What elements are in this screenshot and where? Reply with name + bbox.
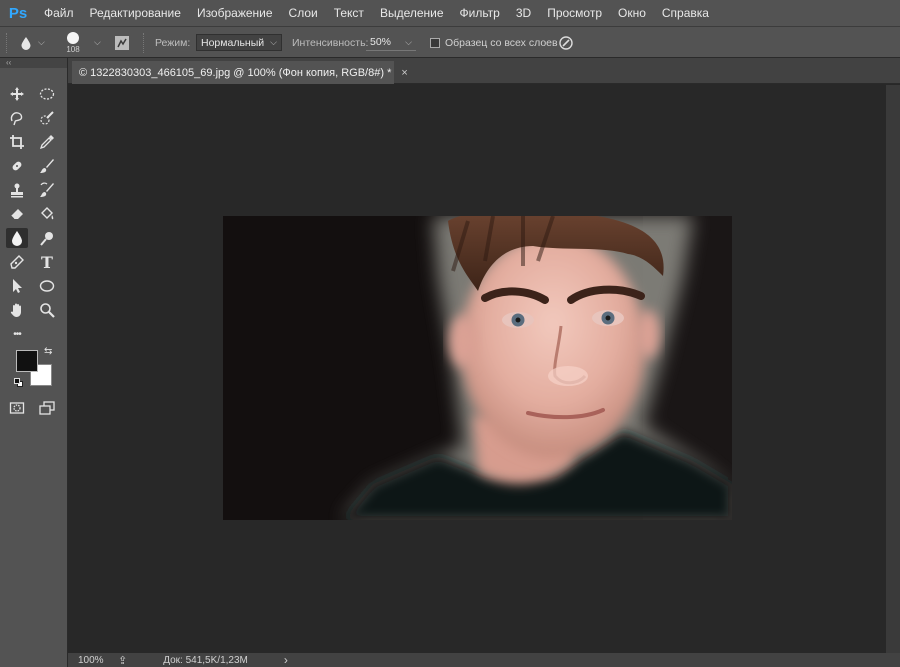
mode-select[interactable]: Нормальный ⌵ xyxy=(196,34,282,51)
swap-colors-icon[interactable]: ⇆ xyxy=(44,346,52,357)
brush-panel-icon xyxy=(115,35,129,50)
vertical-scrollbar[interactable] xyxy=(886,85,900,653)
menu-filter[interactable]: Фильтр xyxy=(452,0,508,26)
share-icon[interactable]: ⇪ xyxy=(118,654,127,667)
more-tools-icon[interactable]: ••• xyxy=(6,324,28,344)
blur-drop-icon xyxy=(21,36,31,50)
type-icon[interactable]: T xyxy=(36,252,58,272)
tool-preset-picker[interactable]: ⌵ xyxy=(18,27,45,58)
foreground-color-swatch[interactable] xyxy=(16,350,38,372)
sample-all-label: Образец со всех слоев xyxy=(445,36,558,49)
document-size-info: Док: 541,5K/1,23M xyxy=(163,654,248,666)
chevron-down-icon: ⌵ xyxy=(94,37,101,47)
separator xyxy=(143,32,146,53)
hand-icon[interactable] xyxy=(6,300,28,320)
toolbox-collapse-icon[interactable]: ‹‹ xyxy=(0,58,67,68)
photoshop-logo[interactable]: Ps xyxy=(0,0,36,26)
path-selection-icon[interactable] xyxy=(6,276,28,296)
quick-mask-icon[interactable] xyxy=(6,398,28,418)
chevron-down-icon: ⌵ xyxy=(38,37,45,47)
crop-icon[interactable] xyxy=(6,132,28,152)
brush-panel-toggle[interactable] xyxy=(114,27,130,58)
portrait-photo xyxy=(223,216,732,520)
intensity-label: Интенсивность: xyxy=(292,36,369,49)
menu-image[interactable]: Изображение xyxy=(189,0,281,26)
menu-window[interactable]: Окно xyxy=(610,0,654,26)
menu-3d[interactable]: 3D xyxy=(508,0,539,26)
document-tab[interactable]: © 1322830303_466105_69.jpg @ 100% (Фон к… xyxy=(72,61,408,84)
dodge-icon[interactable] xyxy=(36,228,58,248)
clone-stamp-icon[interactable] xyxy=(6,180,28,200)
menu-layers[interactable]: Слои xyxy=(281,0,326,26)
brush-icon[interactable] xyxy=(36,156,58,176)
menu-select[interactable]: Выделение xyxy=(372,0,452,26)
lasso-icon[interactable] xyxy=(6,108,28,128)
menu-file[interactable]: Файл xyxy=(36,0,82,26)
quick-selection-icon[interactable] xyxy=(36,108,58,128)
menu-edit[interactable]: Редактирование xyxy=(82,0,189,26)
paint-bucket-icon[interactable] xyxy=(36,204,58,224)
intensity-input[interactable]: 50% ⌵ xyxy=(366,34,416,51)
mode-value: Нормальный xyxy=(201,36,265,49)
zoom-icon[interactable] xyxy=(36,300,58,320)
history-brush-icon[interactable] xyxy=(36,180,58,200)
pen-icon[interactable] xyxy=(6,252,28,272)
intensity-value: 50% xyxy=(370,36,392,48)
brush-preset-picker[interactable]: 108 xyxy=(66,27,80,58)
ellipse-shape-icon[interactable] xyxy=(36,276,58,296)
close-icon[interactable]: × xyxy=(401,67,407,79)
options-grip[interactable] xyxy=(6,27,9,58)
status-bar: 100% ⇪ Док: 541,5K/1,23M › xyxy=(68,653,900,667)
menu-bar: Ps Файл Редактирование Изображение Слои … xyxy=(0,0,900,26)
blur-tool-icon[interactable] xyxy=(6,228,28,248)
eraser-icon[interactable] xyxy=(6,204,28,224)
document-tab-title: © 1322830303_466105_69.jpg @ 100% (Фон к… xyxy=(79,66,392,79)
options-bar: ⌵ 108 ⌵ Режим: Нормальный ⌵ Интенсивност… xyxy=(0,26,900,58)
zoom-level[interactable]: 100% xyxy=(78,655,114,666)
toolbox: ‹‹ T ••• ⇆ xyxy=(0,58,68,667)
canvas-area[interactable] xyxy=(68,85,886,653)
move-tool-icon[interactable] xyxy=(6,84,28,104)
chevron-down-icon: ⌵ xyxy=(270,37,277,47)
status-menu-arrow[interactable]: › xyxy=(284,653,288,667)
pressure-toggle[interactable] xyxy=(558,27,574,58)
brush-picker-chevron[interactable]: ⌵ xyxy=(90,27,101,58)
healing-brush-icon[interactable] xyxy=(6,156,28,176)
document-tab-bar: © 1322830303_466105_69.jpg @ 100% (Фон к… xyxy=(68,58,900,84)
mode-label: Режим: xyxy=(155,36,191,49)
brush-tip-icon xyxy=(67,32,79,44)
sample-all-layers-checkbox[interactable]: Образец со всех слоев xyxy=(430,27,558,58)
menu-view[interactable]: Просмотр xyxy=(539,0,610,26)
default-colors-icon[interactable] xyxy=(14,378,24,388)
stylus-pressure-icon xyxy=(559,35,573,50)
menu-help[interactable]: Справка xyxy=(654,0,717,26)
chevron-down-icon: ⌵ xyxy=(405,36,412,47)
elliptical-marquee-icon[interactable] xyxy=(36,84,58,104)
menu-type[interactable]: Текст xyxy=(326,0,372,26)
checkbox-box[interactable] xyxy=(430,37,440,48)
eyedropper-icon[interactable] xyxy=(36,132,58,152)
document-canvas-photo[interactable] xyxy=(223,216,732,520)
brush-size: 108 xyxy=(66,45,80,54)
screen-mode-icon[interactable] xyxy=(36,398,58,418)
